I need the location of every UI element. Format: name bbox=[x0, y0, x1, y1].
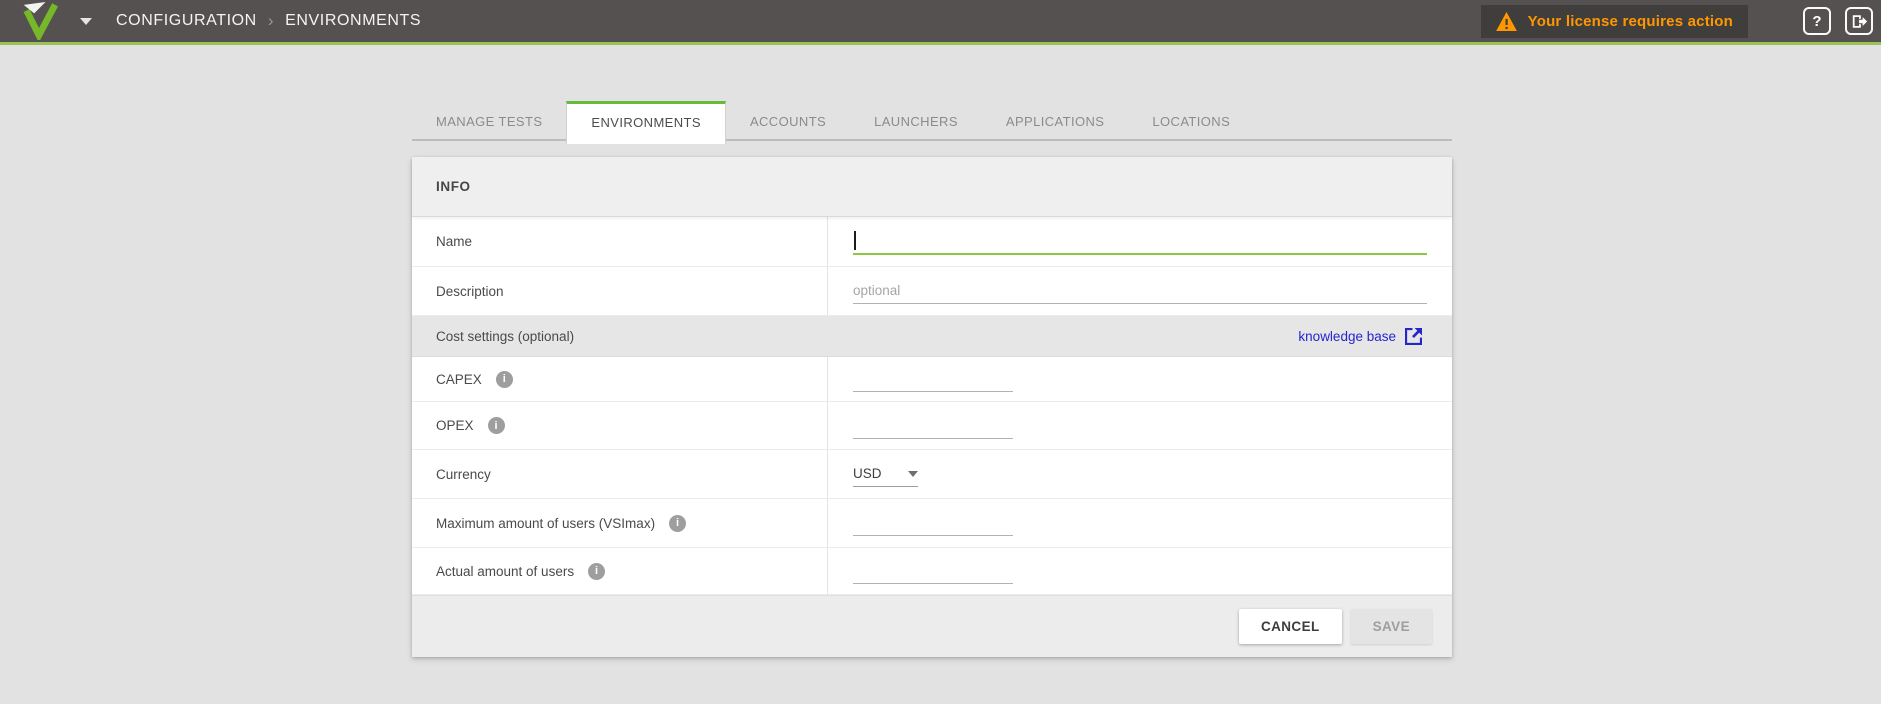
card-footer: CANCEL SAVE bbox=[412, 595, 1452, 657]
chevron-down-icon bbox=[908, 470, 918, 477]
main-content: MANAGE TESTS ENVIRONMENTS ACCOUNTS LAUNC… bbox=[412, 101, 1452, 657]
card-title: INFO bbox=[436, 179, 471, 194]
actual-users-input[interactable] bbox=[853, 558, 1013, 584]
text-cursor bbox=[854, 230, 856, 250]
form-row-opex: OPEX i bbox=[412, 402, 1452, 450]
tab-environments[interactable]: ENVIRONMENTS bbox=[566, 101, 726, 144]
tab-accounts[interactable]: ACCOUNTS bbox=[726, 101, 850, 141]
external-link-icon bbox=[1405, 327, 1422, 345]
opex-label-text: OPEX bbox=[436, 418, 474, 433]
logout-icon bbox=[1852, 14, 1867, 28]
form-row-name: Name bbox=[412, 217, 1452, 267]
currency-selected-value: USD bbox=[853, 466, 882, 481]
actual-users-label-text: Actual amount of users bbox=[436, 563, 575, 579]
tab-manage-tests[interactable]: MANAGE TESTS bbox=[412, 101, 566, 141]
question-mark-icon: ? bbox=[1812, 12, 1822, 30]
name-input[interactable] bbox=[853, 228, 1427, 255]
capex-field-area bbox=[828, 357, 1452, 401]
name-field-area bbox=[828, 217, 1452, 266]
card-header: INFO bbox=[412, 157, 1452, 217]
vsimax-info-icon[interactable]: i bbox=[669, 514, 687, 532]
description-field-area bbox=[828, 267, 1452, 315]
tab-applications[interactable]: APPLICATIONS bbox=[982, 101, 1128, 141]
form-row-vsimax: Maximum amount of users (VSImax) i bbox=[412, 499, 1452, 548]
cancel-button[interactable]: CANCEL bbox=[1238, 609, 1342, 644]
capex-label: CAPEX i bbox=[412, 357, 828, 401]
description-label: Description bbox=[412, 267, 828, 315]
save-button[interactable]: SAVE bbox=[1350, 609, 1432, 644]
currency-label-text: Currency bbox=[436, 466, 491, 482]
vsimax-label-text: Maximum amount of users (VSImax) bbox=[436, 515, 656, 531]
form-row-actual-users: Actual amount of users i bbox=[412, 548, 1452, 595]
license-warning-banner[interactable]: Your license requires action bbox=[1480, 4, 1748, 38]
capex-input[interactable] bbox=[853, 366, 1013, 392]
opex-info-icon[interactable]: i bbox=[487, 417, 505, 434]
opex-label: OPEX i bbox=[412, 402, 828, 449]
top-bar: CONFIGURATION › ENVIRONMENTS Your licens… bbox=[0, 0, 1881, 45]
knowledge-base-link-text: knowledge base bbox=[1298, 328, 1396, 344]
breadcrumb-configuration[interactable]: CONFIGURATION bbox=[116, 12, 257, 30]
opex-field-area bbox=[828, 402, 1452, 449]
vsimax-input[interactable] bbox=[853, 510, 1013, 536]
vsimax-label: Maximum amount of users (VSImax) i bbox=[412, 499, 828, 547]
help-button[interactable]: ? bbox=[1803, 7, 1831, 35]
license-warning-text: Your license requires action bbox=[1527, 12, 1733, 30]
tab-bar: MANAGE TESTS ENVIRONMENTS ACCOUNTS LAUNC… bbox=[412, 101, 1452, 144]
nav-dropdown-caret-icon[interactable] bbox=[80, 17, 92, 25]
tab-launchers[interactable]: LAUNCHERS bbox=[850, 101, 982, 141]
cost-settings-section: Cost settings (optional) knowledge base bbox=[412, 316, 1452, 357]
actual-users-info-icon[interactable]: i bbox=[588, 562, 606, 580]
app-logo bbox=[16, 2, 58, 40]
actual-users-field-area bbox=[828, 548, 1452, 594]
form-row-currency: Currency USD bbox=[412, 450, 1452, 499]
login-vsi-logo-icon bbox=[23, 2, 58, 40]
cost-settings-label: Cost settings (optional) bbox=[436, 328, 575, 344]
currency-field-area: USD bbox=[828, 450, 1452, 498]
description-label-text: Description bbox=[436, 283, 504, 299]
logout-button[interactable] bbox=[1845, 7, 1873, 35]
breadcrumb: CONFIGURATION › ENVIRONMENTS bbox=[116, 11, 421, 31]
environment-info-card: INFO Name Description Cost settings (opt… bbox=[412, 157, 1452, 657]
vsimax-field-area bbox=[828, 499, 1452, 547]
actual-users-label: Actual amount of users i bbox=[412, 548, 828, 594]
currency-select[interactable]: USD bbox=[853, 461, 918, 487]
capex-label-text: CAPEX bbox=[436, 371, 482, 387]
capex-info-icon[interactable]: i bbox=[495, 370, 513, 388]
currency-label: Currency bbox=[412, 450, 828, 498]
description-input[interactable] bbox=[853, 278, 1427, 304]
knowledge-base-link[interactable]: knowledge base bbox=[1298, 327, 1422, 345]
name-label-text: Name bbox=[436, 234, 473, 249]
breadcrumb-environments[interactable]: ENVIRONMENTS bbox=[285, 12, 421, 30]
tab-locations[interactable]: LOCATIONS bbox=[1128, 101, 1254, 141]
form-row-description: Description bbox=[412, 267, 1452, 316]
opex-input[interactable] bbox=[853, 412, 1013, 439]
breadcrumb-separator-icon: › bbox=[267, 11, 275, 30]
form-row-capex: CAPEX i bbox=[412, 357, 1452, 402]
warning-triangle-icon bbox=[1495, 11, 1517, 31]
name-label: Name bbox=[412, 217, 828, 266]
